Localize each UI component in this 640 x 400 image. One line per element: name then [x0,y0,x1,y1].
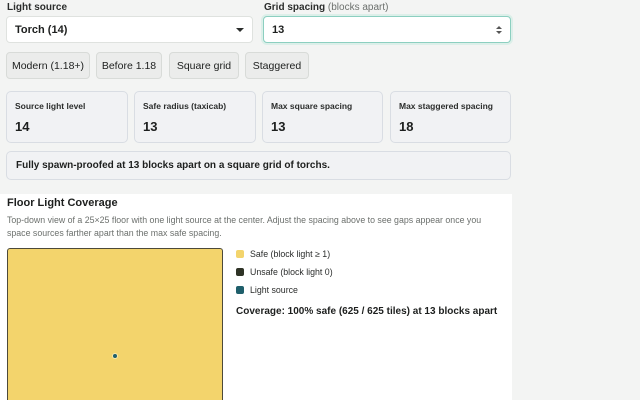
stepper-up-icon[interactable] [496,25,502,29]
spacing-value: 13 [272,23,285,36]
coverage-summary: Coverage: 100% safe (625 / 625 tiles) at… [236,306,498,317]
legend-label: Unsafe (block light 0) [250,267,333,277]
legend-item-safe: Safe (block light ≥ 1) [236,249,330,259]
stat-card-max-square: Max square spacing 13 [262,91,383,143]
spacing-label: Grid spacing (blocks apart) [264,2,388,13]
stat-card-light-level: Source light level 14 [6,91,128,143]
stat-value: 13 [271,119,286,134]
legend-item-unsafe: Unsafe (block light 0) [236,267,333,277]
legend-swatch [236,250,244,258]
panel-title: Floor Light Coverage [7,197,118,209]
panel-description: Top-down view of a 25×25 floor with one … [7,215,482,238]
square-grid-button[interactable]: Square grid [169,52,239,79]
light-source-marker [112,353,118,359]
chevron-down-icon [236,27,244,32]
staggered-button[interactable]: Staggered [245,52,309,79]
spacing-input[interactable]: 13 [263,16,511,43]
coverage-panel: Floor Light Coverage Top-down view of a … [0,194,512,400]
legend-label: Safe (block light ≥ 1) [250,249,331,259]
stat-label: Max square spacing [271,101,353,111]
stat-card-safe-radius: Safe radius (taxicab) 13 [134,91,256,143]
stat-value: 13 [143,119,158,134]
light-source-value: Torch (14) [15,23,68,36]
legend-swatch [236,268,244,276]
stepper-down-icon[interactable] [496,30,502,34]
stat-value: 14 [15,119,30,134]
spacing-stepper[interactable] [496,25,502,34]
floor-coverage-grid [7,248,223,400]
stat-label: Source light level [15,101,86,111]
stat-value: 18 [399,119,414,134]
spacing-hint: (blocks apart) [327,2,389,13]
stat-label: Safe radius (taxicab) [143,101,227,111]
legend-swatch [236,286,244,294]
legend-label: Light source [250,285,298,295]
legacy-button[interactable]: Before 1.18 [96,52,162,79]
light-source-label: Light source [7,2,68,13]
legend-item-light-source: Light source [236,285,298,295]
light-source-select[interactable]: Torch (14) [6,16,253,43]
status-banner: Fully spawn-proofed at 13 blocks apart o… [6,151,511,180]
spacing-label-text: Grid spacing [264,2,326,13]
stat-label: Max staggered spacing [399,101,494,111]
modern-button[interactable]: Modern (1.18+) [6,52,90,79]
stat-card-max-staggered: Max staggered spacing 18 [390,91,511,143]
